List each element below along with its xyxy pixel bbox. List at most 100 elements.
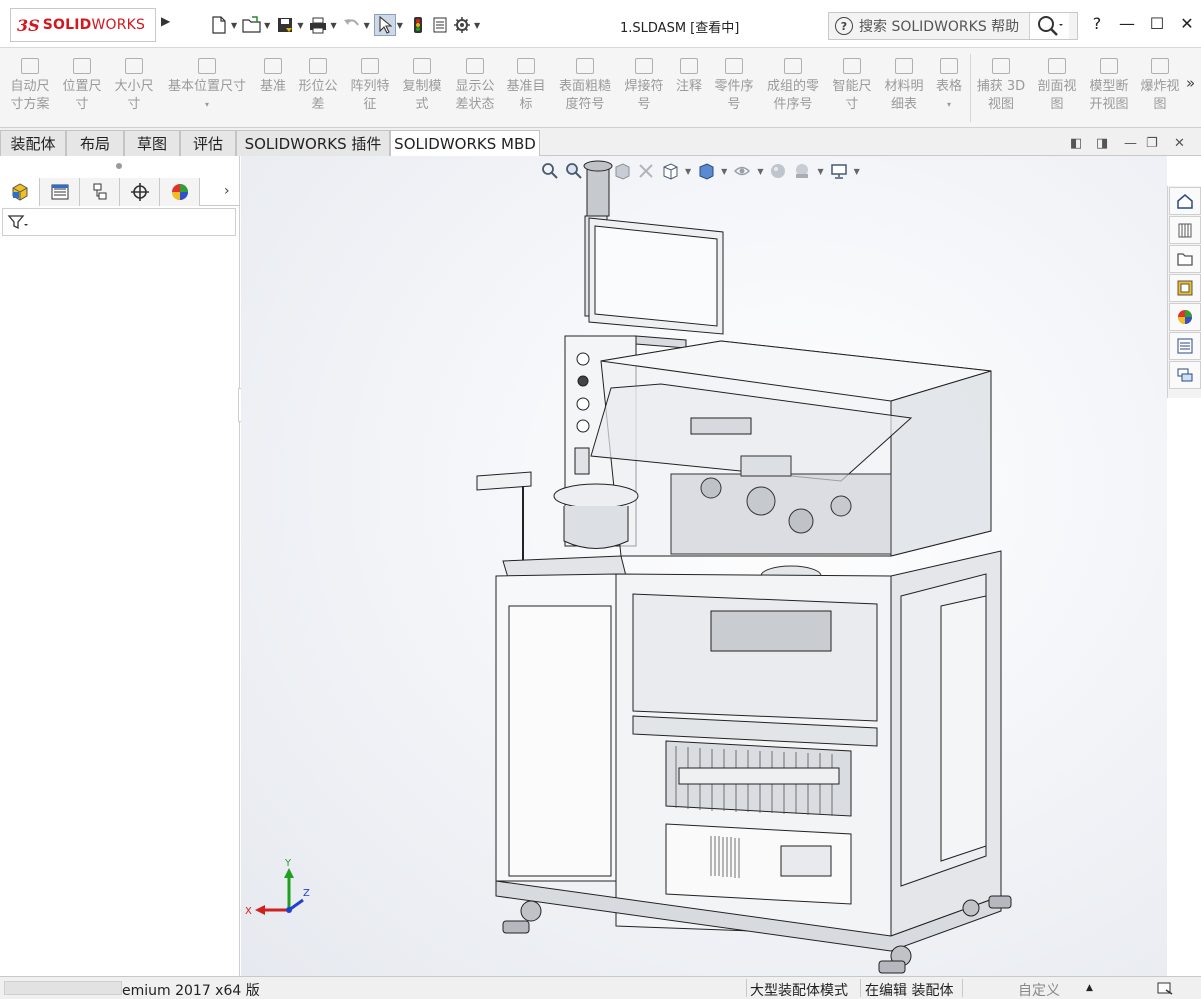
featuremanager-icon [12, 183, 27, 201]
ribbon-explode-view[interactable]: 爆炸视 图 [1136, 54, 1184, 114]
ribbon-balloon[interactable]: 零件序 号 [710, 54, 758, 114]
unit-system-dropdown-icon[interactable]: ▲ [1086, 983, 1093, 993]
tab-assembly[interactable]: 装配体 [0, 130, 66, 156]
ribbon-show-tolerance-status[interactable]: 显示公 差状态 [450, 54, 500, 114]
tab-evaluate[interactable]: 评估 [180, 130, 236, 156]
doc-restore-icon[interactable]: ❐ [1146, 136, 1158, 151]
unit-system-selector[interactable]: 自定义 [1018, 980, 1060, 999]
more-tabs-icon[interactable]: › [224, 183, 230, 199]
undo-icon[interactable] [341, 14, 363, 36]
tab-layout[interactable]: 布局 [66, 130, 124, 156]
status-bar: emium 2017 x64 版 大型装配体模式 在编辑 装配体 自定义 ▲ [0, 976, 1201, 999]
ribbon-note[interactable]: 注释 [670, 54, 708, 96]
ribbon-location-dimension[interactable]: 位置尺 寸 [56, 54, 108, 114]
options-gear-icon[interactable] [451, 14, 473, 36]
minimize-button[interactable]: — [1118, 14, 1136, 33]
ribbon-model-break-view[interactable]: 模型断 开视图 [1084, 54, 1134, 114]
search-box[interactable]: ? 搜索 SOLIDWORKS 帮助 [828, 12, 1078, 40]
tree-filter[interactable] [2, 208, 236, 236]
ribbon-table[interactable]: 表格 ▾ [930, 54, 968, 114]
solidworks-resources-icon[interactable] [1169, 187, 1201, 215]
solidworks-forum-icon[interactable] [1169, 361, 1201, 389]
close-button[interactable]: ✕ [1178, 14, 1196, 33]
panel-splitter-dot[interactable] [116, 163, 122, 169]
geometric-tolerance-icon [294, 54, 342, 78]
dimxpertmanager-tab[interactable] [120, 178, 160, 206]
graphics-area[interactable]: ▼ ▼ ▼ ▼ ▼ Y X Z [241, 156, 1167, 976]
print-icon[interactable] [307, 14, 329, 36]
table-icon [930, 54, 968, 78]
status-progress-area [4, 981, 122, 995]
help-circle-icon[interactable]: ? [835, 17, 853, 35]
new-dropdown-icon[interactable]: ▼ [231, 21, 237, 30]
print-dropdown-icon[interactable]: ▼ [330, 21, 336, 30]
select-dropdown-icon[interactable]: ▼ [397, 21, 403, 30]
propertymanager-tab[interactable] [40, 178, 80, 206]
options-dropdown-icon[interactable]: ▼ [474, 21, 480, 30]
featuremanager-tab[interactable] [0, 178, 40, 206]
open-document-icon[interactable] [241, 14, 263, 36]
large-assembly-mode-text: 大型装配体模式 [750, 983, 848, 999]
ribbon-surface-finish[interactable]: 表面粗糙 度符号 [554, 54, 616, 114]
ribbon-auto-dim-scheme[interactable]: 自动尺 寸方案 [4, 54, 56, 114]
expand-menu-icon[interactable]: ▶ [161, 14, 170, 28]
weld-symbol-icon [620, 54, 668, 78]
ribbon-capture-3d-view[interactable]: 捕获 3D 视图 [974, 54, 1028, 114]
doc-close-icon[interactable]: ✕ [1174, 136, 1185, 151]
undo-dropdown-icon[interactable]: ▼ [364, 21, 370, 30]
ribbon-datum-target[interactable]: 基准目 标 [502, 54, 550, 114]
ribbon-copy-scheme[interactable]: 复制模 式 [398, 54, 446, 114]
logo-works: WORKS [91, 17, 146, 33]
file-explorer-icon[interactable] [1169, 245, 1201, 273]
ribbon-datum[interactable]: 基准 [252, 54, 294, 96]
ribbon-separator [970, 54, 971, 122]
displaymanager-tab[interactable] [160, 178, 200, 206]
task-pane [1167, 186, 1201, 398]
triad-x-label: X [245, 906, 252, 917]
tile-right-icon[interactable]: ◨ [1096, 136, 1108, 151]
search-input[interactable]: 搜索 SOLIDWORKS 帮助 [859, 16, 1029, 36]
appearance-ball-icon [171, 184, 188, 200]
ribbon-bill-of-materials[interactable]: 材料明 细表 [880, 54, 928, 114]
filter-icon [7, 215, 28, 230]
ribbon-pattern-feature[interactable]: 阵列特 征 [346, 54, 394, 114]
ribbon-section-view[interactable]: 剖面视 图 [1032, 54, 1082, 114]
appearances-scenes-icon[interactable] [1169, 303, 1201, 331]
open-dropdown-icon[interactable]: ▼ [264, 21, 270, 30]
note-icon [670, 54, 708, 78]
propertymanager-icon [51, 184, 68, 200]
doc-minimize-icon[interactable]: — [1124, 136, 1137, 151]
rebuild-traffic-light-icon[interactable] [407, 14, 429, 36]
select-cursor-icon[interactable] [373, 14, 396, 36]
save-dropdown-icon[interactable]: ▼ [297, 21, 303, 30]
new-document-icon[interactable] [208, 14, 230, 36]
customize-status-icon[interactable] [1156, 980, 1174, 999]
tile-left-icon[interactable]: ◧ [1070, 136, 1082, 151]
ribbon-basic-location-dimension[interactable]: 基本位置尺寸 ▾ [162, 54, 252, 114]
surface-finish-icon [554, 54, 616, 78]
ribbon-geometric-tolerance[interactable]: 形位公 差 [294, 54, 342, 114]
size-dimension-icon [108, 54, 160, 78]
ribbon-weld-symbol[interactable]: 焊接符 号 [620, 54, 668, 114]
tab-solidworks-addins[interactable]: SOLIDWORKS 插件 [236, 130, 390, 156]
file-properties-icon[interactable] [429, 14, 451, 36]
solidworks-logo[interactable]: 3S SOLIDWORKS [10, 8, 156, 42]
machine-assembly-model[interactable] [241, 156, 1167, 976]
tab-solidworks-mbd[interactable]: SOLIDWORKS MBD [390, 130, 540, 156]
configurationmanager-tab[interactable] [80, 178, 120, 206]
maximize-button[interactable]: ☐ [1148, 14, 1166, 33]
tab-sketch[interactable]: 草图 [124, 130, 180, 156]
design-library-icon[interactable] [1169, 216, 1201, 244]
ribbon-stacked-balloon[interactable]: 成组的零 件序号 [762, 54, 824, 114]
balloon-icon [710, 54, 758, 78]
save-icon[interactable] [274, 14, 296, 36]
view-palette-icon[interactable] [1169, 274, 1201, 302]
copy-scheme-icon [398, 54, 446, 78]
ribbon-smart-dimension[interactable]: 智能尺 寸 [828, 54, 876, 114]
ribbon-size-dimension[interactable]: 大小尺 寸 [108, 54, 160, 114]
search-icon[interactable] [1029, 13, 1069, 39]
custom-properties-icon[interactable] [1169, 332, 1201, 360]
status-divider [962, 979, 963, 997]
ribbon-overflow-button[interactable]: » [1186, 74, 1195, 92]
help-button[interactable]: ? [1088, 14, 1106, 33]
